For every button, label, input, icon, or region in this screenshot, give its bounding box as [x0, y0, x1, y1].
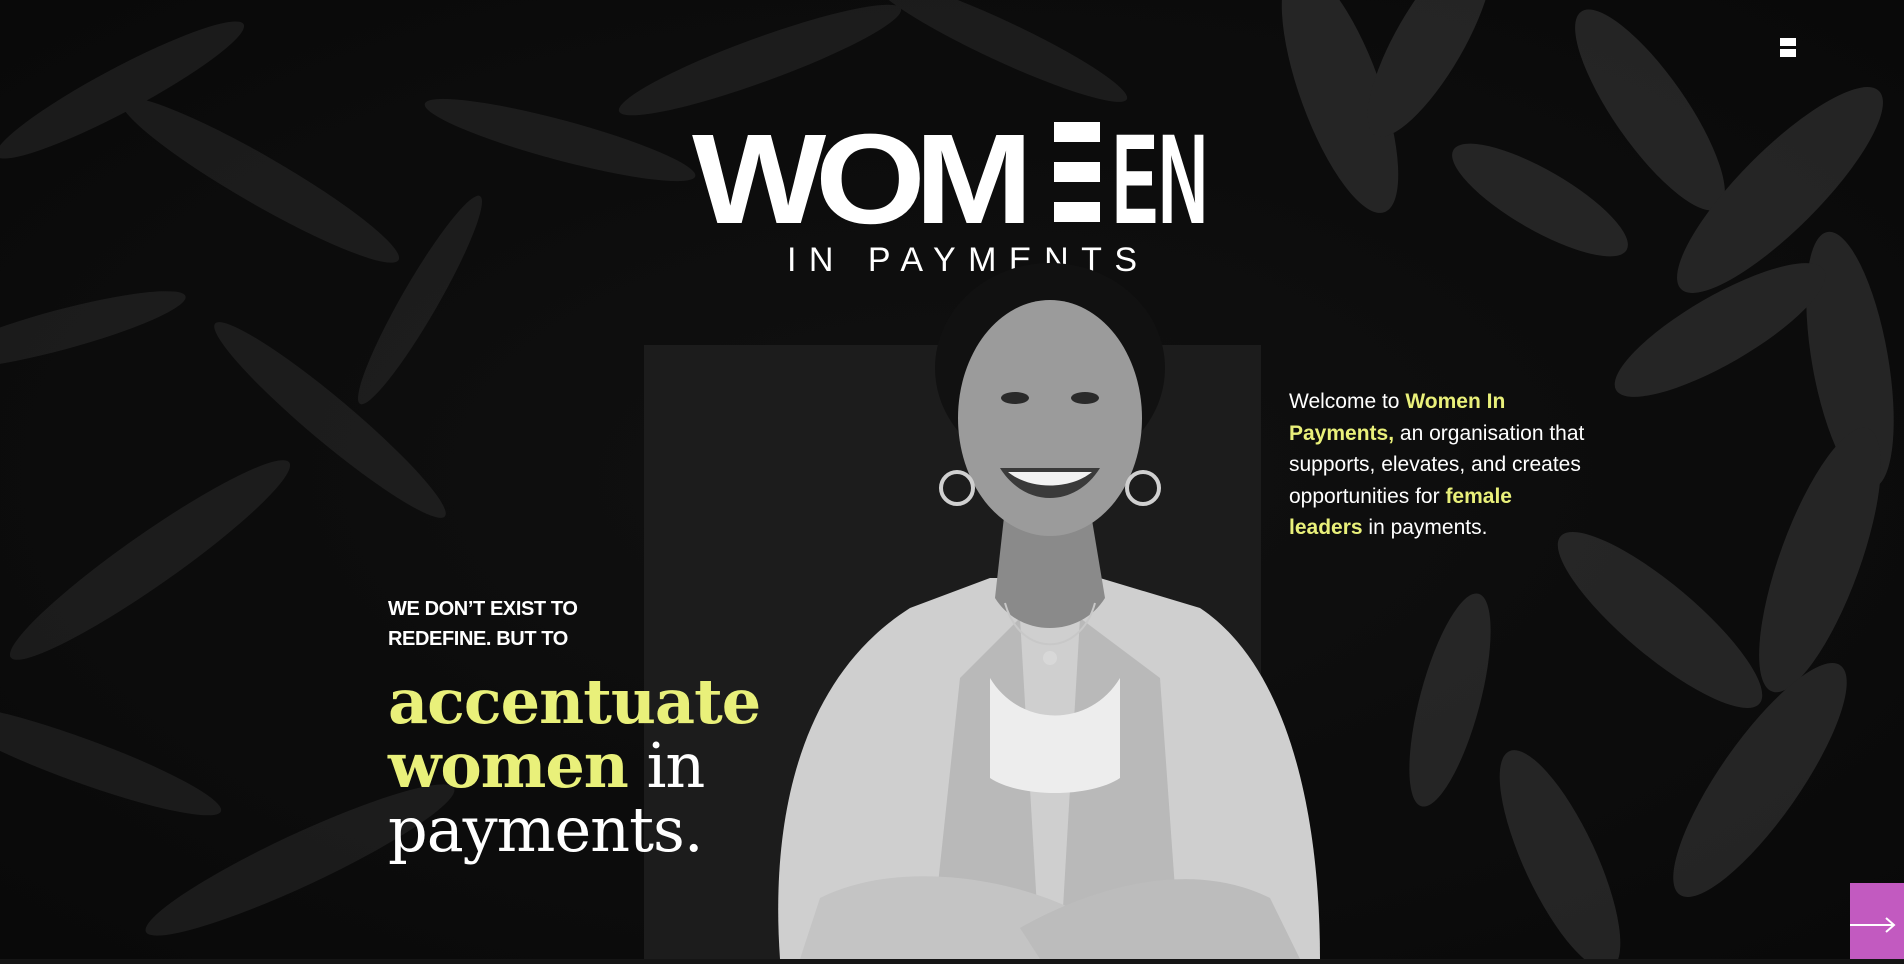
next-button[interactable] — [1844, 883, 1904, 959]
tagline-line-2: REDEFINE. BUT TO — [388, 628, 568, 650]
logo-word-tail: EN — [1112, 108, 1208, 251]
hero-headline: accentuate women in payments. — [388, 670, 788, 862]
headline-word-accentuate: accentuate — [388, 665, 761, 738]
headline-word-payments: payments. — [388, 793, 704, 866]
hero-tagline: WE DON’T EXIST TO REDEFINE. BUT TO — [388, 594, 628, 654]
menu-icon — [1780, 38, 1796, 46]
logo-e-mark — [1054, 122, 1100, 222]
tagline-line-1: WE DON’T EXIST TO — [388, 598, 578, 620]
portrait-photo — [778, 263, 1320, 959]
welcome-intro: Welcome to — [1289, 390, 1406, 413]
arrow-right-icon — [1844, 917, 1896, 933]
welcome-text: Welcome to Women In Payments, an organis… — [1289, 386, 1589, 544]
headline-word-women: women — [388, 729, 629, 802]
welcome-outro: in payments. — [1362, 516, 1488, 539]
headline-word-in: in — [627, 729, 706, 802]
menu-button[interactable] — [1774, 34, 1800, 60]
logo-word-main: WOM — [692, 108, 1025, 251]
women-in-payments-logo: WOM EN IN PAYMENTS — [692, 108, 1208, 278]
menu-icon-bar — [1780, 49, 1796, 57]
